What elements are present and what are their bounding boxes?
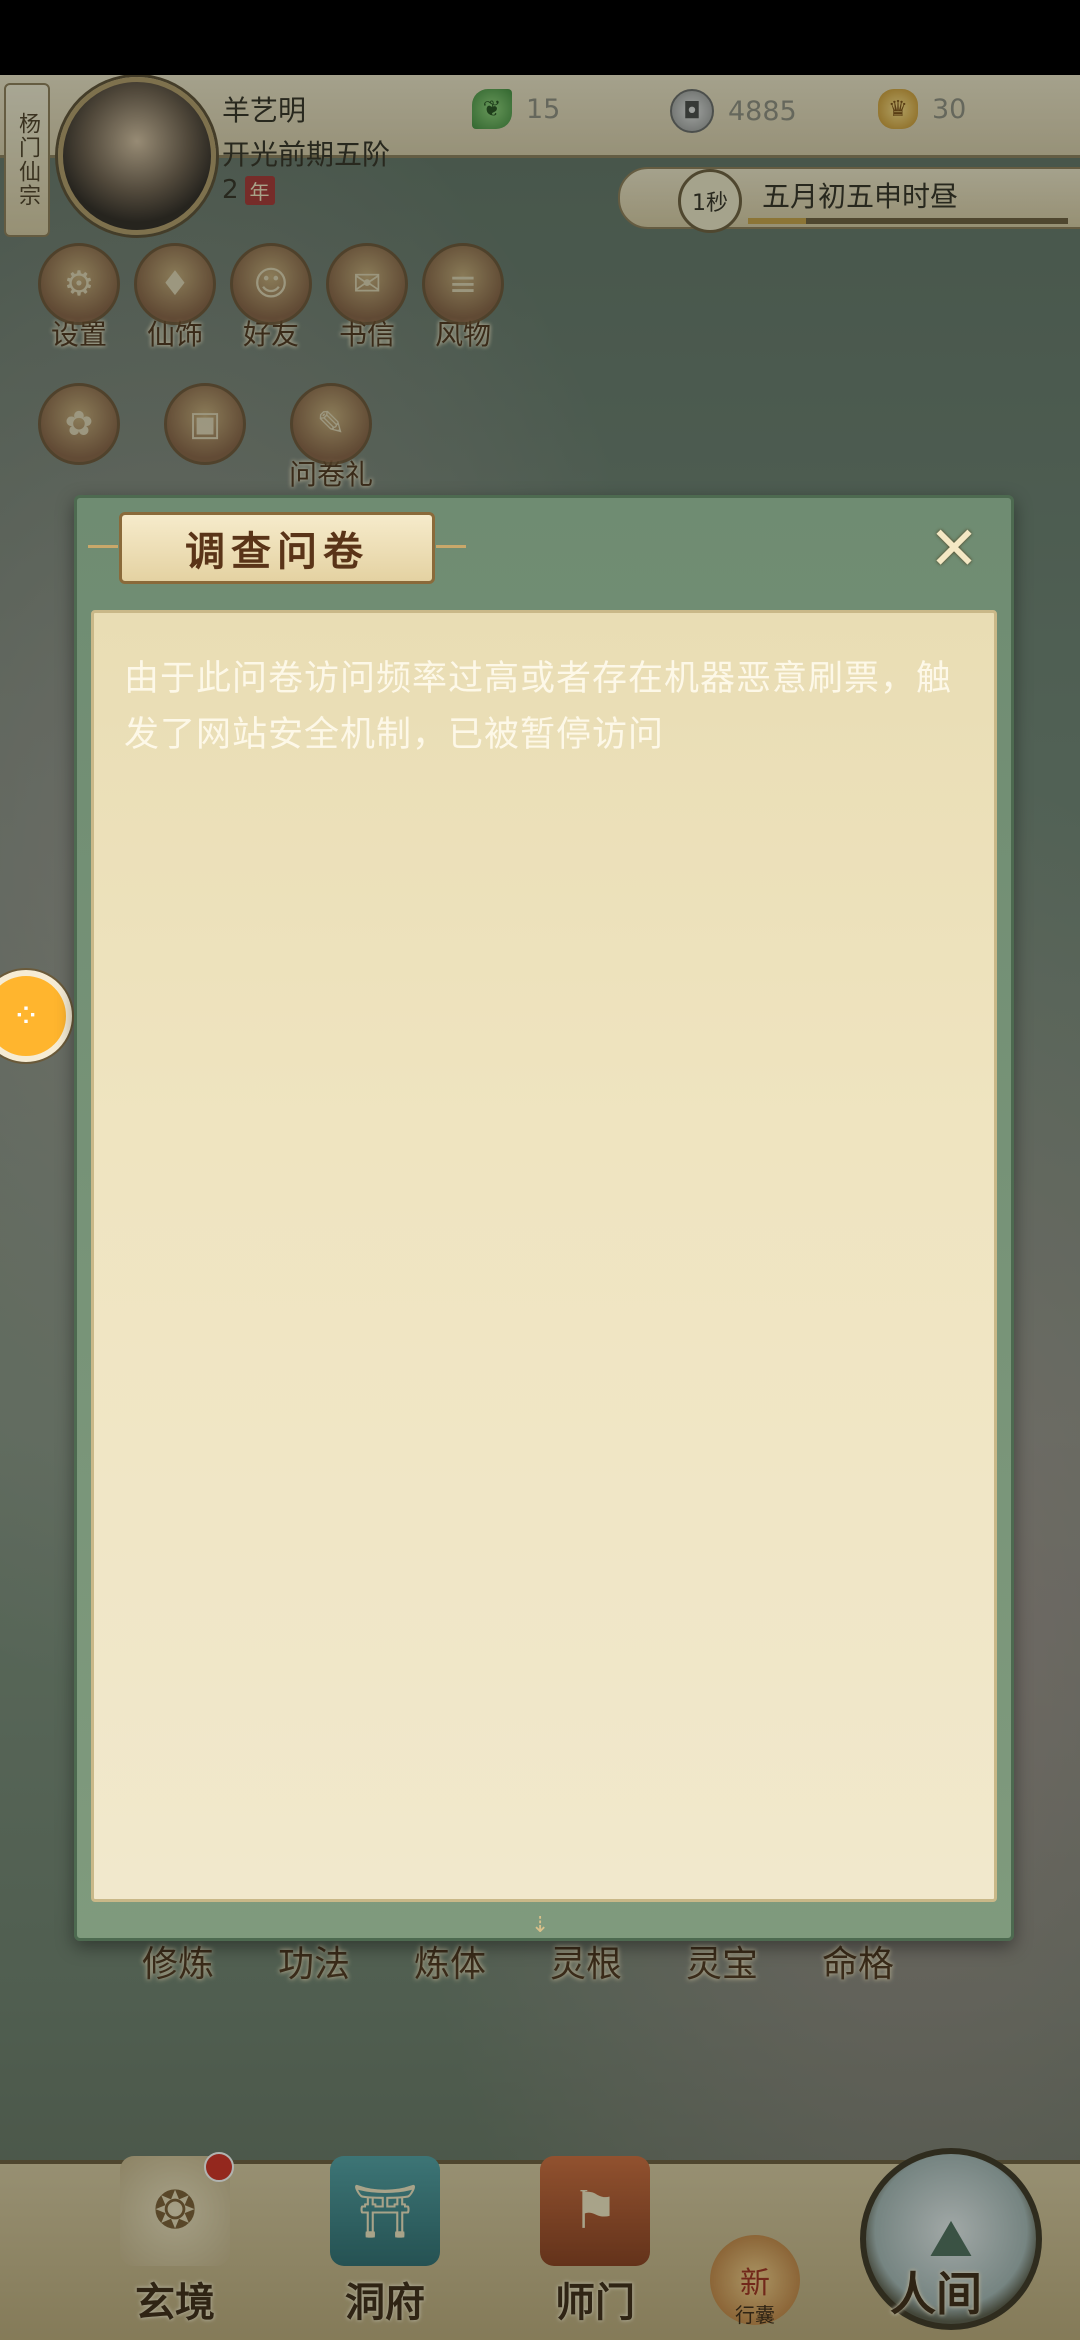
game-screen: 杨门仙宗 羊艺明 开光前期五阶 2 年 ❦ 15 ◘ 4885 ♛ 30 1秒 … (0, 75, 1080, 2340)
survey-dialog: 调查问卷 ✕ 由于此问卷访问频率过高或者存在机器恶意刷票，触发了网站安全机制，已… (74, 495, 1014, 1941)
dialog-title: 调查问卷 (88, 512, 466, 584)
close-button[interactable]: ✕ (923, 518, 985, 580)
scroll-handle-icon: ⇣ (531, 1913, 550, 1938)
gamepad-icon: ⁘ (11, 996, 41, 1036)
dialog-body[interactable]: 由于此问卷访问频率过高或者存在机器恶意刷票，触发了网站安全机制，已被暂停访问 (91, 610, 997, 1902)
dialog-message: 由于此问卷访问频率过高或者存在机器恶意刷票，触发了网站安全机制，已被暂停访问 (124, 659, 953, 755)
